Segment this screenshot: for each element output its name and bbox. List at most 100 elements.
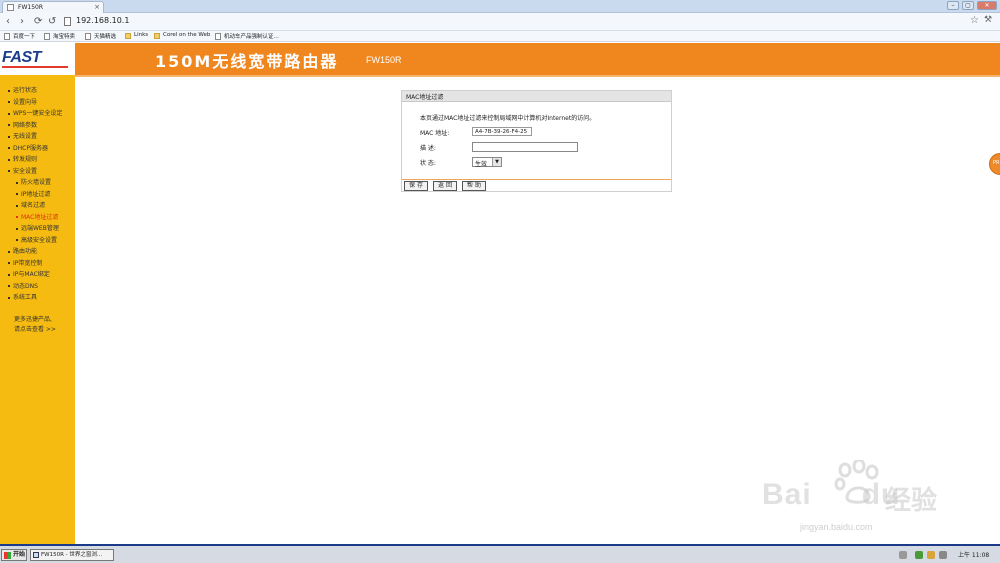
logo: FAST: [0, 43, 75, 75]
sidebar-item[interactable]: 防火墙设置: [0, 177, 75, 189]
bullet-icon: [16, 239, 18, 241]
router-header: FAST 150M无线宽带路由器 FW150R: [0, 43, 1000, 75]
bullet-icon: [16, 227, 18, 230]
bullet-icon: [8, 285, 10, 287]
bookmark-page-icon: [85, 33, 91, 40]
url-text[interactable]: 192.168.10.1: [76, 16, 129, 25]
bullet-icon: [8, 296, 10, 299]
bullet-icon: [8, 89, 10, 92]
floating-widget-icon[interactable]: PR: [989, 153, 1000, 175]
bookmark-star-icon[interactable]: ☆: [970, 15, 979, 26]
bookmarks-bar: 百度一下 淘宝特卖 天猫精选 Links Corel on the Web 机动…: [0, 31, 1000, 42]
volume-icon[interactable]: [939, 551, 947, 559]
reload-icon[interactable]: ⟳: [34, 16, 42, 28]
sidebar-item-label: 路由功能: [13, 248, 38, 255]
security-icon[interactable]: [927, 551, 935, 559]
taskbar-browser-item[interactable]: FW150R - 世界之窗浏...: [30, 549, 114, 561]
bookmark-item[interactable]: 百度一下: [4, 32, 35, 41]
sidebar-item-label: DHCP服务器: [13, 144, 48, 152]
bullet-icon: [8, 112, 10, 115]
back-arrow-icon[interactable]: ‹: [6, 16, 10, 28]
watermark-cn: 经验: [885, 486, 938, 516]
forward-arrow-icon[interactable]: ›: [20, 16, 24, 28]
sidebar-item[interactable]: 网络参数: [0, 120, 75, 132]
undo-icon[interactable]: ↺: [48, 16, 56, 28]
sidebar-item[interactable]: MAC地址过滤: [0, 212, 75, 224]
sidebar-item-label: 安全设置: [13, 167, 38, 175]
help-button[interactable]: 帮 助: [462, 181, 486, 191]
page-favicon-icon: [7, 4, 14, 11]
sidebar-item-label: 网络参数: [13, 121, 38, 129]
sidebar-item-label: 运行状态: [13, 87, 38, 94]
sidebar-item-label: 高级安全设置: [21, 236, 58, 244]
sidebar-item-label: IP与MAC绑定: [13, 271, 50, 278]
bullet-icon: [8, 170, 10, 172]
tab-close-icon[interactable]: ×: [94, 3, 100, 11]
description-input[interactable]: [472, 142, 578, 152]
sidebar-item[interactable]: 远端WEB管理: [0, 223, 75, 235]
bullet-icon: [16, 193, 18, 195]
chevron-down-icon[interactable]: ▼: [492, 158, 501, 166]
sidebar-item[interactable]: 高级安全设置: [0, 235, 75, 247]
restore-icon[interactable]: ▢: [962, 1, 974, 10]
sidebar-item[interactable]: DHCP服务器: [0, 143, 75, 155]
bullet-icon: [8, 124, 10, 126]
sidebar-item-label: WPS一键安全设定: [13, 110, 63, 117]
more-products-link[interactable]: 更多迅捷产品, 请点击查看 >>: [14, 315, 56, 335]
bookmark-item[interactable]: 天猫精选: [85, 32, 116, 41]
save-button[interactable]: 保 存: [404, 181, 428, 191]
windows-logo-icon: [4, 552, 11, 559]
sidebar-item[interactable]: 运行状态: [0, 85, 75, 97]
minimize-icon[interactable]: –: [947, 1, 959, 10]
sidebar-item[interactable]: WPS一键安全设定: [0, 108, 75, 120]
bookmark-item[interactable]: 淘宝特卖: [44, 32, 75, 41]
logo-swoosh: [2, 66, 68, 68]
header-model: FW150R: [366, 55, 402, 65]
network-icon[interactable]: [915, 551, 923, 559]
sidebar-item[interactable]: IP地址过滤: [0, 189, 75, 201]
mac-address-field[interactable]: A4-7B-39-26-F4-25: [472, 127, 532, 136]
bullet-icon: [16, 181, 18, 184]
header-title: 150M无线宽带路由器: [155, 52, 339, 71]
description-label: 描 述:: [420, 145, 436, 152]
sidebar-item[interactable]: 路由功能: [0, 246, 75, 258]
sidebar-item[interactable]: 域名过滤: [0, 200, 75, 212]
bookmark-item[interactable]: 机动车产品强制认证...: [215, 32, 279, 41]
sidebar-item[interactable]: 动态DNS: [0, 281, 75, 293]
sidebar-menu: 运行状态设置向导 WPS一键安全设定 网络参数无线设置 DHCP服务器 转发规则安全设置…: [0, 85, 75, 304]
keyboard-icon[interactable]: [899, 551, 907, 559]
bookmark-page-icon: [44, 33, 50, 40]
watermark-url: jingyan.baidu.com: [800, 522, 873, 532]
bookmark-folder[interactable]: Corel on the Web: [154, 32, 210, 41]
sidebar-item[interactable]: IP带宽控制: [0, 258, 75, 270]
clock: 上午 11:08: [958, 552, 990, 559]
mac-filter-panel: MAC地址过滤 本页通过MAC地址过滤来控制局域网中计算机对Internet的访…: [401, 90, 672, 192]
sidebar-item[interactable]: 设置向导: [0, 97, 75, 109]
status-select[interactable]: 生效 ▼: [472, 157, 502, 168]
back-button[interactable]: 返 回: [433, 181, 457, 191]
sidebar-item-label: 转发规则: [13, 156, 38, 163]
sidebar-item[interactable]: 转发规则: [0, 154, 75, 166]
system-tray: 上午 11:08: [895, 549, 998, 561]
bookmark-page-icon: [215, 33, 221, 40]
close-window-icon[interactable]: ✕: [977, 1, 997, 10]
browser-tab[interactable]: FW150R ×: [2, 1, 104, 13]
browser-app-icon: [33, 552, 39, 558]
sidebar-item[interactable]: IP与MAC绑定: [0, 269, 75, 281]
folder-icon: [154, 33, 160, 39]
panel-description: 本页通过MAC地址过滤来控制局域网中计算机对Internet的访问。: [420, 115, 596, 122]
bullet-icon: [8, 147, 10, 149]
start-button[interactable]: 开始: [1, 549, 27, 561]
sidebar-item-label: 防火墙设置: [21, 179, 52, 186]
sidebar-item[interactable]: 系统工具: [0, 292, 75, 304]
wrench-icon[interactable]: ⚒: [984, 15, 992, 25]
sidebar-item[interactable]: 安全设置: [0, 166, 75, 178]
sidebar-item[interactable]: 无线设置: [0, 131, 75, 143]
bookmark-folder[interactable]: Links: [125, 32, 148, 41]
sidebar-item-label: MAC地址过滤: [21, 213, 59, 221]
sidebar-item-label: 远端WEB管理: [21, 225, 59, 232]
sidebar-item-label: 动态DNS: [13, 282, 38, 290]
sidebar-item-label: IP带宽控制: [13, 259, 43, 267]
address-bar[interactable]: 192.168.10.1: [62, 16, 982, 28]
logo-text: FAST: [2, 49, 41, 66]
